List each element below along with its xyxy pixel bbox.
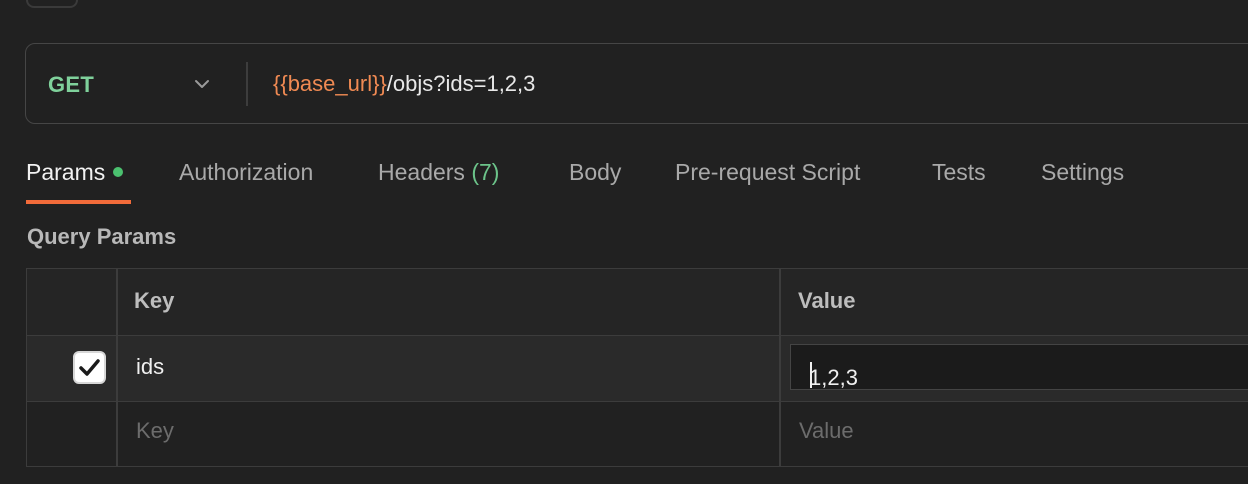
param-value-input[interactable]: 1,2,3: [790, 344, 1248, 390]
tab-tests[interactable]: Tests: [932, 154, 986, 190]
params-indicator-dot: [113, 166, 124, 177]
table-row: ids 1,2,3: [27, 336, 1248, 402]
active-tab-underline: [26, 200, 131, 204]
new-key-input[interactable]: Key: [136, 418, 174, 444]
column-divider-checkbox: [116, 269, 118, 466]
checkmark-icon: [79, 359, 100, 376]
param-enabled-checkbox[interactable]: [73, 351, 106, 384]
top-toolbar-fragment: [26, 0, 78, 8]
text-caret: [810, 362, 812, 388]
method-url-divider: [246, 62, 248, 106]
param-key-cell[interactable]: ids: [136, 354, 164, 380]
column-divider-key-value: [779, 269, 781, 466]
tab-headers-label: Headers: [378, 159, 465, 185]
query-params-table: Key Value ids 1,2,3 Key Value: [26, 268, 1248, 467]
url-input[interactable]: {{base_url}}/objs?ids=1,2,3: [273, 69, 535, 99]
method-selector[interactable]: GET: [48, 70, 94, 100]
tab-authorization[interactable]: Authorization: [179, 154, 313, 190]
column-header-value: Value: [798, 288, 856, 313]
url-variable: {{base_url}}: [273, 71, 387, 96]
headers-count: (7): [471, 159, 500, 185]
tab-params-label: Params: [26, 159, 106, 185]
url-path: /objs?ids=1,2,3: [386, 71, 536, 96]
tab-headers[interactable]: Headers (7): [378, 154, 499, 190]
table-row-empty: Key Value: [27, 402, 1248, 466]
tab-params[interactable]: Params: [26, 154, 124, 190]
query-params-title: Query Params: [27, 224, 177, 249]
table-header-row: Key Value: [27, 269, 1248, 336]
param-value-text: 1,2,3: [809, 365, 858, 390]
tab-body[interactable]: Body: [569, 154, 621, 190]
new-value-input[interactable]: Value: [799, 418, 854, 444]
tab-settings[interactable]: Settings: [1041, 154, 1124, 190]
chevron-down-icon[interactable]: [194, 76, 210, 92]
column-header-key: Key: [134, 288, 175, 313]
tab-pre-request-script[interactable]: Pre-request Script: [675, 154, 860, 190]
